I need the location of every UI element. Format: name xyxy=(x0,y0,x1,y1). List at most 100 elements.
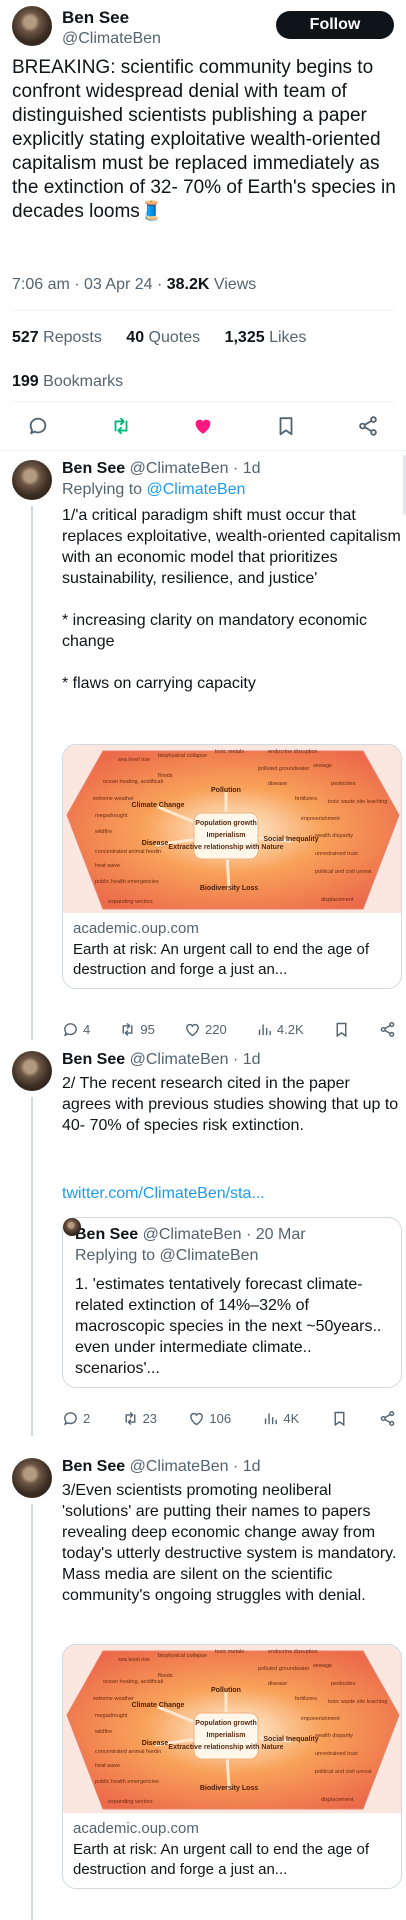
reply-icon xyxy=(64,1411,77,1426)
infographic-outer-label: impoverishment xyxy=(301,816,340,822)
author-name[interactable]: Ben See xyxy=(62,8,129,28)
infographic-outer-label: disease xyxy=(268,781,287,787)
reply-count: 4 xyxy=(83,1021,91,1037)
infographic-outer-label: fertilizers xyxy=(295,1696,317,1702)
infographic-outer-label: biophysical collapse xyxy=(158,753,207,759)
bookmark-button[interactable] xyxy=(333,1019,350,1039)
bookmark-button[interactable] xyxy=(331,1408,348,1428)
infographic-outer-label: wealth disparity xyxy=(314,1733,353,1739)
infographic-outer-label: political and civil unrest xyxy=(315,1769,372,1775)
infographic-hub-label: Disease xyxy=(142,840,169,847)
bookmark-icon xyxy=(279,417,292,436)
author-handle-time[interactable]: @ClimateBen · 1d xyxy=(125,460,261,477)
author-avatar[interactable] xyxy=(12,1051,52,1091)
infographic-outer-label: concentrated animal feedin xyxy=(95,849,161,855)
infographic-graphic: Population growth Imperialism Extractive r… xyxy=(66,1649,400,1810)
follow-button[interactable]: Follow xyxy=(276,11,394,39)
views-button[interactable]: 4K xyxy=(262,1408,299,1428)
divider xyxy=(0,450,406,451)
tweet-link[interactable]: twitter.com/ClimateBen/sta... xyxy=(62,1185,265,1203)
author-avatar[interactable] xyxy=(12,460,52,500)
link-card[interactable]: Population growth Imperialism Extractive r… xyxy=(62,1644,402,1889)
infographic-outer-label: political and civil unrest xyxy=(315,869,372,875)
view-count: 4K xyxy=(283,1410,300,1426)
infographic-outer-label: floods xyxy=(158,773,173,779)
link-card[interactable]: Population growth Imperialism Extractive r… xyxy=(62,744,402,989)
share-button[interactable] xyxy=(356,414,380,438)
thread-line xyxy=(31,1097,33,1436)
repost-count: 95 xyxy=(140,1021,155,1037)
reply-button[interactable]: 2 xyxy=(62,1408,90,1428)
like-count: 106 xyxy=(209,1410,232,1426)
share-button[interactable] xyxy=(379,1019,396,1039)
reply-button[interactable] xyxy=(26,414,50,438)
author-handle-time[interactable]: @ClimateBen · 1d xyxy=(125,1458,261,1475)
infographic-outer-label: public health emergencies xyxy=(95,879,159,885)
infographic-outer-label: sewage xyxy=(313,763,332,769)
infographic-hub-label: Social Inequality xyxy=(263,1736,318,1743)
quote-replying-to: Replying to @ClimateBen xyxy=(75,1247,259,1264)
reply-button[interactable]: 4 xyxy=(62,1019,90,1039)
share-button[interactable] xyxy=(379,1408,396,1428)
likes-count: 1,325 xyxy=(224,329,265,346)
quotes-stat[interactable]: 40 Quotes xyxy=(126,329,210,346)
reply-text: 1/'a critical paradigm shift must occur … xyxy=(62,507,401,692)
infographic-outer-label: sea level rise xyxy=(118,757,150,763)
tweet-timestamp[interactable]: 7:06 am · 03 Apr 24 · xyxy=(12,276,167,293)
thread-line xyxy=(31,1504,33,1920)
main-tweet-text: BREAKING: scientific community begins to… xyxy=(12,57,396,222)
infographic-outer-label: endocrine disruption xyxy=(268,749,318,755)
reposts-stat[interactable]: 527 Reposts xyxy=(12,329,112,346)
author-name[interactable]: Ben See xyxy=(62,1051,125,1068)
like-button[interactable] xyxy=(191,414,215,438)
repost-button[interactable]: 23 xyxy=(122,1408,157,1428)
reply-action-bar: 4 95 220 4.2K xyxy=(62,1019,396,1039)
views-button[interactable]: 4.2K xyxy=(256,1019,304,1039)
infographic-outer-label: pesticides xyxy=(331,1681,356,1687)
repost-icon xyxy=(114,417,127,435)
card-domain: academic.oup.com xyxy=(73,920,199,937)
quote-header: Ben See @ClimateBen · 20 Mar xyxy=(63,1218,389,1244)
quotes-label: Quotes xyxy=(144,329,201,346)
author-avatar[interactable] xyxy=(12,6,52,46)
bookmarks-stat[interactable]: 199 Bookmarks xyxy=(12,373,123,391)
infographic-outer-label: wealth disparity xyxy=(314,833,353,839)
replying-prefix: Replying to xyxy=(62,481,147,498)
view-count: 4.2K xyxy=(276,1021,304,1037)
infographic-outer-label: displacement xyxy=(321,897,354,903)
reply-action-bar: 2 23 106 4K xyxy=(62,1408,396,1428)
author-handle-time[interactable]: @ClimateBen · 1d xyxy=(125,1051,261,1068)
share-icon xyxy=(359,416,377,436)
author-name[interactable]: Ben See xyxy=(62,1458,125,1475)
reply-tweet-1[interactable]: Ben See @ClimateBen · 1d Replying to @Cl… xyxy=(12,460,406,1040)
infographic-outer-label: expanding vectors xyxy=(108,1799,153,1805)
bookmark-icon xyxy=(334,1411,345,1426)
reply-tweet-3[interactable]: Ben See @ClimateBen · 1d 3/Even scientis… xyxy=(12,1458,406,1920)
divider xyxy=(12,401,394,402)
quoted-tweet[interactable]: Ben See @ClimateBen · 20 Mar Replying to… xyxy=(62,1217,402,1388)
like-count: 220 xyxy=(205,1021,227,1037)
infographic-outer-label: biophysical collapse xyxy=(158,1653,207,1659)
reply-tweet-2[interactable]: Ben See @ClimateBen · 1d 2/ The recent r… xyxy=(12,1051,406,1436)
analytics-icon xyxy=(258,1024,271,1035)
infographic-outer-label: unrestrained trust xyxy=(315,851,358,857)
divider xyxy=(12,310,394,311)
like-button[interactable]: 220 xyxy=(184,1019,227,1039)
repost-button[interactable] xyxy=(109,414,133,438)
infographic-outer-label: floods xyxy=(158,1673,173,1679)
replying-to-link[interactable]: @ClimateBen xyxy=(147,481,246,498)
likes-stat[interactable]: 1,325 Likes xyxy=(225,329,317,346)
infographic-center-label: Extractive relationship with Nature xyxy=(168,1744,283,1751)
bookmark-button[interactable] xyxy=(274,414,298,438)
infographic-outer-label: extreme weather xyxy=(93,1696,134,1702)
like-button[interactable]: 106 xyxy=(188,1408,231,1428)
reply-icon xyxy=(29,417,47,435)
author-name[interactable]: Ben See xyxy=(62,460,125,477)
author-handle[interactable]: @ClimateBen xyxy=(62,30,161,48)
repost-button[interactable]: 95 xyxy=(119,1019,155,1039)
infographic-hub-label: Pollution xyxy=(211,1687,241,1694)
infographic-outer-label: displacement xyxy=(321,1797,354,1803)
author-avatar[interactable] xyxy=(12,1458,52,1498)
reply-header: Ben See @ClimateBen · 1d xyxy=(62,460,261,478)
infographic-outer-label: extreme weather xyxy=(93,796,134,802)
